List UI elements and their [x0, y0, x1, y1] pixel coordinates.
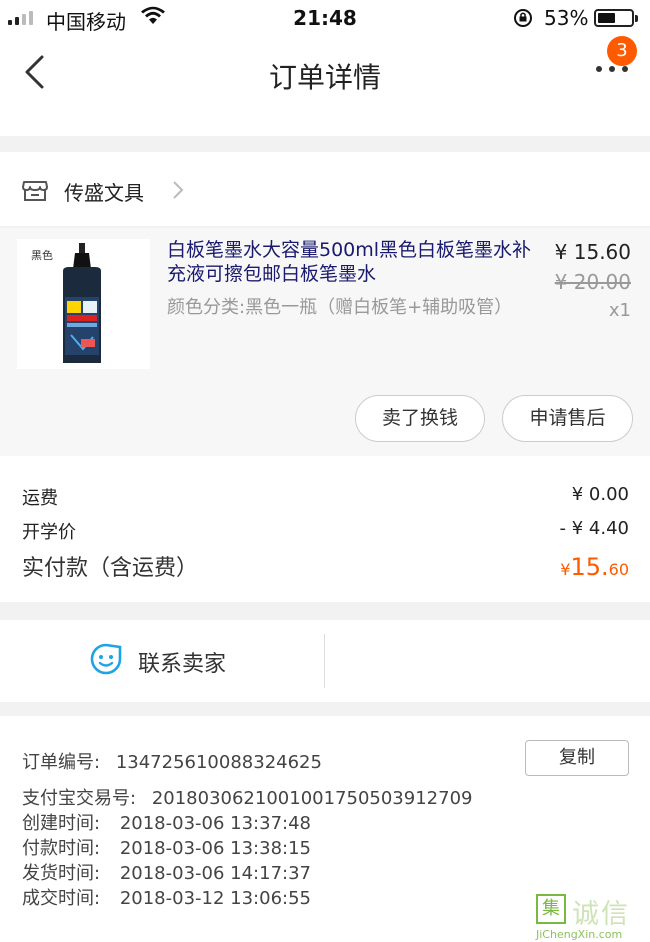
order-number-row: 订单编号: 134725610088324625 — [22, 748, 322, 774]
chat-face-icon — [89, 642, 123, 680]
divider — [324, 634, 325, 688]
discount-label: 开学价 — [22, 522, 76, 543]
product-price: ¥ 15.60 — [554, 240, 631, 264]
alipay-row: 支付宝交易号: 2018030621001001750503912709 — [22, 784, 472, 810]
product-card[interactable]: 黑色 白板笔墨水大容量500ml黑色白板笔墨水补充液可擦包邮白板笔墨水 颜色分类… — [0, 228, 650, 456]
shipped-time: 2018-03-06 14:17:37 — [119, 863, 311, 884]
fee-summary: 运费 ¥ 0.00 开学价 - ¥ 4.40 实付款（含运费） ¥15.60 — [0, 456, 650, 602]
resell-button[interactable]: 卖了换钱 — [355, 395, 485, 442]
shop-name: 传盛文具 — [64, 181, 144, 205]
notification-badge: 3 — [607, 36, 637, 66]
contact-section: 联系卖家 — [0, 620, 650, 702]
product-original-price: ¥ 20.00 — [554, 270, 631, 294]
total-integer: 15. — [570, 553, 609, 581]
watermark-logo: 集 诚信 JiChengXin.com — [532, 890, 650, 942]
battery-icon — [594, 9, 638, 27]
product-title[interactable]: 白板笔墨水大容量500ml黑色白板笔墨水补充液可擦包邮白板笔墨水 — [167, 238, 532, 286]
page-title: 订单详情 — [268, 61, 381, 94]
completed-label: 成交时间: — [22, 888, 101, 909]
alipay-label: 支付宝交易号: — [22, 788, 137, 809]
alipay-number: 2018030621001001750503912709 — [151, 788, 473, 809]
total-row: 实付款（含运费） ¥15.60 — [22, 550, 629, 582]
shipping-value: ¥ 0.00 — [571, 484, 629, 505]
total-label: 实付款（含运费） — [22, 556, 199, 581]
order-number-label: 订单编号: — [22, 752, 101, 773]
store-icon — [22, 178, 48, 206]
status-bar: 中国移动 21:48 53% — [0, 0, 650, 36]
total-value: ¥15.60 — [560, 553, 629, 581]
discount-row: 开学价 - ¥ 4.40 — [22, 518, 629, 544]
watermark-mark: 集 — [536, 894, 566, 924]
image-tag: 黑色 — [31, 249, 53, 262]
shipping-row: 运费 ¥ 0.00 — [22, 484, 629, 510]
chevron-right-icon — [172, 180, 184, 204]
product-spec: 颜色分类:黑色一瓶（赠白板笔+辅助吸管） — [167, 297, 513, 318]
created-label: 创建时间: — [22, 813, 101, 834]
completed-time: 2018-03-12 13:06:55 — [119, 888, 311, 909]
after-sales-button[interactable]: 申请售后 — [502, 395, 633, 442]
paid-row: 付款时间: 2018-03-06 13:38:15 — [22, 834, 311, 860]
more-button[interactable] — [596, 66, 628, 72]
discount-value: - ¥ 4.40 — [559, 518, 629, 539]
more-dots-icon — [596, 66, 602, 72]
shipped-label: 发货时间: — [22, 863, 101, 884]
rotation-lock-icon — [512, 8, 534, 32]
shop-row[interactable]: 传盛文具 — [0, 152, 650, 226]
product-quantity: x1 — [608, 300, 631, 321]
product-image[interactable]: 黑色 — [17, 239, 150, 369]
watermark-text: 诚信 — [572, 899, 630, 930]
watermark-url: JiChengXin.com — [536, 928, 623, 941]
completed-row: 成交时间: 2018-03-12 13:06:55 — [22, 884, 311, 910]
created-row: 创建时间: 2018-03-06 13:37:48 — [22, 809, 311, 835]
shipping-label: 运费 — [22, 488, 58, 509]
scrolled-content-strip — [0, 108, 650, 136]
nav-bar: 订单详情 3 — [0, 36, 650, 108]
created-time: 2018-03-06 13:37:48 — [119, 813, 311, 834]
copy-button[interactable]: 复制 — [525, 740, 629, 776]
total-decimal: 60 — [608, 560, 629, 579]
contact-seller-button[interactable]: 联系卖家 — [138, 646, 226, 678]
order-number: 134725610088324625 — [115, 752, 322, 773]
battery-percent: 53% — [544, 6, 589, 30]
paid-time: 2018-03-06 13:38:15 — [119, 838, 311, 859]
shipped-row: 发货时间: 2018-03-06 14:17:37 — [22, 859, 311, 885]
paid-label: 付款时间: — [22, 838, 101, 859]
total-currency: ¥ — [560, 560, 571, 579]
